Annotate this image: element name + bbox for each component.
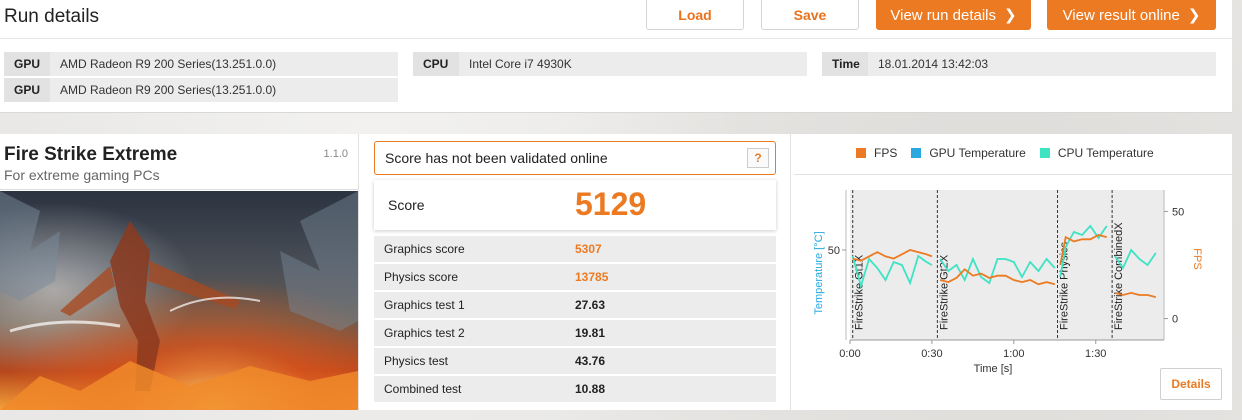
score-value: 5129 [575,186,647,222]
result-row: Combined test 10.88 [374,376,776,402]
divider [0,38,1232,39]
result-value: 5307 [575,242,602,256]
time-label: Time [822,52,868,76]
test-subtitle: For extreme gaming PCs [4,167,160,183]
test-header: Fire Strike Extreme For extreme gaming P… [0,134,358,190]
result-row: Physics test 43.76 [374,348,776,374]
result-value: 43.76 [575,354,606,368]
divider [790,134,791,410]
gpu-label: GPU [4,52,50,76]
score-label: Score [388,197,425,213]
x-tick-label: 0:00 [839,348,860,360]
test-version: 1.1.0 [323,148,348,160]
cpu-info-row: CPU Intel Core i7 4930K [413,52,807,76]
score-box: Score 5129 [374,180,776,230]
result-label: Graphics test 2 [384,326,465,340]
help-button[interactable]: ? [747,148,769,168]
result-value: 19.81 [575,326,606,340]
result-panel: Fire Strike Extreme For extreme gaming P… [0,134,1232,410]
y-left-axis-label: Temperature [°C] [813,231,825,314]
x-tick-label: 1:30 [1085,348,1106,360]
divider [358,134,359,410]
result-value: 27.63 [575,298,606,312]
y-right-tick-label: 0 [1172,314,1178,326]
x-axis-label: Time [s] [974,363,1013,375]
chevron-right-icon: ❯ [1004,7,1017,24]
validation-warning: Score has not been validated online ? [374,141,776,175]
gpu-info-row: GPU AMD Radeon R9 200 Series(13.251.0.0) [4,78,398,102]
cpu-label: CPU [413,52,459,76]
result-value: 13785 [575,270,609,284]
y-left-tick-label: 50 [828,245,840,257]
x-tick-label: 0:30 [921,348,942,360]
gpu-value: AMD Radeon R9 200 Series(13.251.0.0) [60,83,277,97]
x-tick-label: 1:00 [1003,348,1024,360]
test-name: Fire Strike Extreme [4,144,178,165]
benchmark-artwork-image [0,191,358,410]
result-label: Combined test [384,382,462,396]
result-row: Graphics score 5307 [374,236,776,262]
gpu-label: GPU [4,78,50,102]
gpu-value: AMD Radeon R9 200 Series(13.251.0.0) [60,57,277,71]
chevron-right-icon: ❯ [1187,7,1201,24]
validation-message: Score has not been validated online [385,150,608,166]
result-row: Graphics test 2 19.81 [374,320,776,346]
monitoring-chart: FPS GPU Temperature CPU Temperature 0:00… [794,134,1232,410]
fire-creature-artwork [0,191,358,410]
result-label: Graphics test 1 [384,298,465,312]
result-label: Graphics score [384,242,465,256]
result-label: Physics score [384,270,459,284]
view-result-online-label: View result online [1062,6,1180,24]
save-button[interactable]: Save [761,0,859,30]
cpu-value: Intel Core i7 4930K [469,57,572,71]
y-right-tick-label: 50 [1172,206,1184,218]
details-button[interactable]: Details [1160,368,1222,400]
time-info-row: Time 18.01.2014 13:42:03 [822,52,1216,76]
phase-marker-label: FireStrike CombinedX [1113,222,1125,330]
load-button[interactable]: Load [646,0,744,30]
view-run-details-label: View run details [890,6,997,24]
y-right-axis-label: FPS [1191,248,1203,269]
result-label: Physics test [384,354,449,368]
result-row: Graphics test 1 27.63 [374,292,776,318]
page-title: Run details [4,6,100,27]
view-run-details-button[interactable]: View run details ❯ [876,0,1031,30]
gpu-info-row: GPU AMD Radeon R9 200 Series(13.251.0.0) [4,52,398,76]
run-details-panel: Run details Load Save View run details ❯ … [0,0,1232,113]
result-value: 10.88 [575,382,606,396]
view-result-online-button[interactable]: View result online ❯ [1047,0,1216,30]
time-value: 18.01.2014 13:42:03 [878,57,989,71]
result-row: Physics score 13785 [374,264,776,290]
